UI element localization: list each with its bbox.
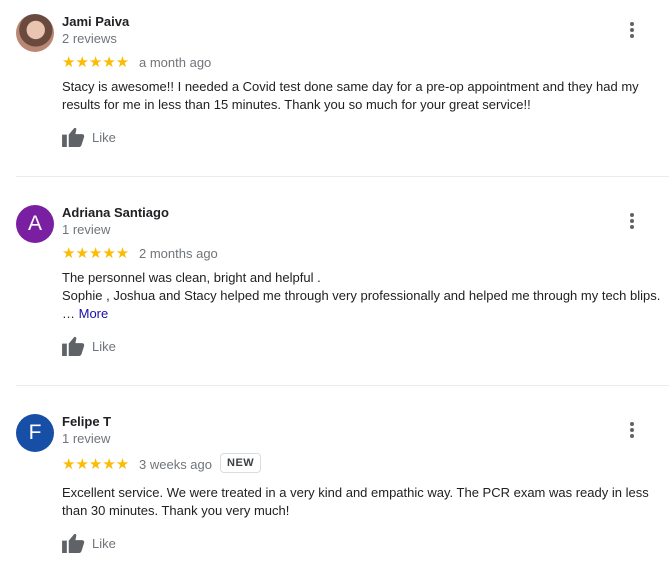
review-date: 3 weeks ago — [139, 457, 212, 472]
star-rating: ★★★★★ — [62, 456, 130, 473]
reviewer-name[interactable]: Felipe T — [62, 414, 111, 429]
more-vert-icon[interactable] — [622, 420, 642, 440]
review-text-line: than 30 minutes. Thank you very much! — [62, 503, 290, 518]
review-count[interactable]: 1 review — [62, 431, 110, 446]
like-label: Like — [92, 535, 116, 551]
review-text-line: Excellent service. We were treated in a … — [62, 485, 649, 500]
like-button[interactable]: Like — [62, 532, 116, 554]
review-text: Excellent service. We were treated in a … — [62, 484, 662, 520]
thumbs-up-icon — [62, 533, 85, 553]
avatar-letter: F — [28, 421, 42, 444]
reviewer-avatar[interactable]: F — [16, 414, 54, 452]
review-card: F Felipe T 1 review ★★★★★ 3 weeks ago NE… — [0, 0, 669, 565]
new-badge: NEW — [220, 453, 262, 473]
